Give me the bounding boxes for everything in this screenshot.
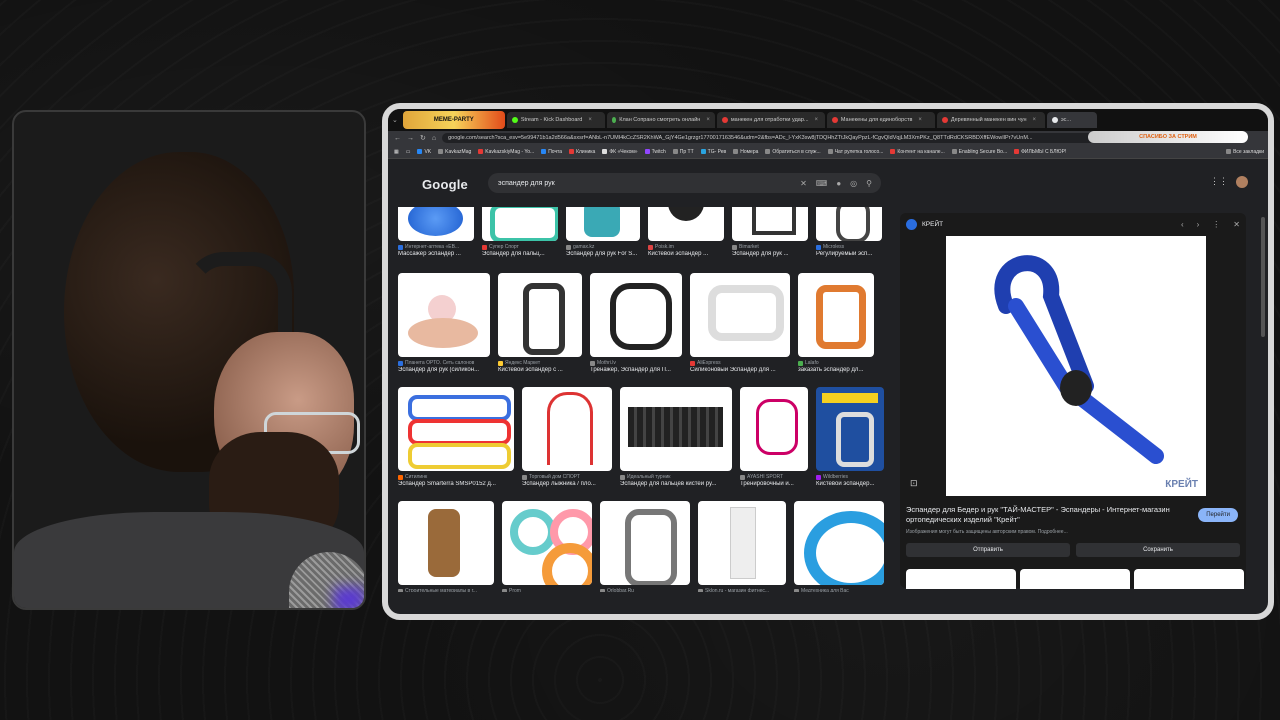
image-result[interactable]: Торговый дом СПОРТ Эспандер лыжника / пл…	[522, 387, 612, 487]
preview-title[interactable]: Эспандер для Бедер и рук "ТАЙ-МАСТЕР" - …	[906, 505, 1176, 525]
image-result[interactable]: Интернет-аптека «ЕВ... Массажер эспандер…	[398, 207, 474, 257]
image-result[interactable]: Идеальный турник Эспандер для пальцев ки…	[620, 387, 732, 487]
back-icon[interactable]: ←	[394, 135, 401, 142]
tab-dummy-1[interactable]: манекен для отработки удар... ×	[716, 112, 825, 128]
tab-dummy-2[interactable]: Манекены для единоборств ×	[826, 112, 935, 128]
mic-icon[interactable]: ●	[836, 179, 841, 188]
next-icon[interactable]: ›	[1197, 220, 1200, 229]
bookmark-folder-icon[interactable]: ▭	[406, 149, 411, 155]
related-image[interactable]	[1134, 569, 1244, 589]
bookmark-pr-tt[interactable]: Пр ТТ	[672, 149, 694, 155]
tab-menu-icon[interactable]: ⌄	[392, 116, 398, 124]
image-result[interactable]: Медтехника для Вас	[794, 501, 884, 592]
account-avatar[interactable]	[1236, 176, 1248, 188]
lens-icon[interactable]: ◎	[850, 179, 857, 188]
browser-window: ⌄ MEME-PARTY Stream - Kick Dashboard × Кл…	[382, 103, 1274, 620]
image-result[interactable]: Poisk.im Кистевой эспандер ...	[648, 207, 724, 257]
keyboard-icon[interactable]: ⌨	[816, 179, 828, 188]
results-row-3: Ситилинк Эспандер Smarterra SMSP0152 д..…	[398, 387, 884, 487]
url-field[interactable]: google.com/search?sca_esv=5e99471b1a2d56…	[442, 133, 1129, 143]
related-image[interactable]	[906, 569, 1016, 589]
image-result[interactable]: Mothri.lv Тренажер, Эспандер для П...	[590, 273, 682, 373]
image-result[interactable]: Супер Спорт Эспандер для пальц...	[482, 207, 558, 257]
image-result[interactable]: Sklon.ru - магазин фитнес...	[698, 501, 786, 592]
related-image[interactable]	[1020, 569, 1130, 589]
watermark: КРЕЙТ	[1165, 479, 1198, 490]
bookmark-chat[interactable]: Чат рулетка голосо...	[827, 149, 883, 155]
bookmark-all[interactable]: Все закладки	[1226, 149, 1264, 155]
bookmark-kavkazmag[interactable]: KavkazMag	[438, 149, 471, 155]
reload-icon[interactable]: ↻	[420, 134, 426, 142]
site-name[interactable]: КРЕЙТ	[922, 221, 1168, 228]
image-result[interactable]: Планета ОРТО. Сеть салонов Эспандер для …	[398, 273, 490, 373]
image-preview-panel: КРЕЙТ ‹ › ⋮ ✕ КРЕЙТ ⊡ Эспандер для Бедер…	[900, 213, 1246, 589]
tab-bar: ⌄ MEME-PARTY Stream - Kick Dashboard × Кл…	[388, 109, 1268, 131]
results-row-2: Планета ОРТО. Сеть салонов Эспандер для …	[398, 273, 874, 373]
bookmark-content[interactable]: Контент на канале...	[890, 149, 945, 155]
results-row-1: Интернет-аптека «ЕВ... Массажер эспандер…	[398, 207, 882, 257]
bookmark-support[interactable]: Обратиться в служ...	[765, 149, 821, 155]
image-result[interactable]: Яндекс Маркет Кистевой эспандер с ...	[498, 273, 582, 373]
search-icon[interactable]: ⚲	[866, 179, 872, 188]
tab-kick-dashboard[interactable]: Stream - Kick Dashboard ×	[506, 112, 605, 128]
google-logo[interactable]: Google	[422, 177, 468, 192]
image-result[interactable]: Orlobbar.Ru	[600, 501, 690, 592]
more-icon[interactable]: ⋮	[1212, 220, 1220, 229]
bookmarks-bar: ▦ ▭ VK KavkazMag KavkazskiyMag - Yo... П…	[388, 145, 1268, 159]
image-result[interactable]: Bimarket Эспандер для рук ...	[732, 207, 808, 257]
image-result[interactable]: Microless Регулируемый эсп...	[816, 207, 882, 257]
tab-sopranos[interactable]: Клан Сопрано смотреть онлайн ×	[606, 112, 715, 128]
bookmark-kavkazskiymag[interactable]: KavkazskiyMag - Yo...	[478, 149, 534, 155]
preview-image[interactable]: КРЕЙТ	[946, 236, 1206, 496]
image-result[interactable]: Ситилинк Эспандер Smarterra SMSP0152 д..…	[398, 387, 514, 487]
home-icon[interactable]: ⌂	[432, 135, 436, 142]
image-result[interactable]: AYASHI SPORT Тренировочный и...	[740, 387, 808, 487]
bookmark-films[interactable]: ФИЛЬМЫ С БЛЮР!	[1014, 149, 1066, 155]
share-button[interactable]: Отправить	[906, 543, 1070, 557]
bookmark-clinic[interactable]: Клиника	[569, 149, 595, 155]
image-result[interactable]: Wildberries Кистевой эспандер...	[816, 387, 884, 487]
image-results: Интернет-аптека «ЕВ... Массажер эспандер…	[398, 207, 890, 592]
clear-icon[interactable]: ✕	[800, 179, 807, 188]
visit-button[interactable]: Перейти	[1198, 508, 1238, 522]
bookmark-twitch[interactable]: Twitch	[644, 149, 666, 155]
scrollbar[interactable]	[1261, 217, 1265, 337]
bookmark-tg[interactable]: TG- Рев	[700, 149, 726, 155]
image-result[interactable]: AliExpress Силиконовый Эспандер для ...	[690, 273, 790, 373]
bookmark-vk[interactable]: VK	[417, 149, 431, 155]
copyright-note: Изображения могут быть защищены авторски…	[906, 529, 1068, 535]
lens-search-icon[interactable]: ⊡	[910, 478, 918, 489]
save-button[interactable]: Сохранить	[1076, 543, 1240, 557]
bookmark-secure-boot[interactable]: Enabling Secure Bo...	[951, 149, 1007, 155]
search-query[interactable]: эспандер для рук	[498, 180, 800, 187]
stream-alert: СПАСИБО ЗА СТРИМ	[1088, 131, 1248, 143]
bookmark-mail[interactable]: Почта	[541, 149, 562, 155]
close-icon[interactable]: ✕	[1233, 220, 1240, 229]
image-result[interactable]: Строительные материалы в г...	[398, 501, 494, 592]
results-row-4: Строительные материалы в г... Prom Orlob…	[398, 501, 884, 592]
forward-icon[interactable]: →	[407, 135, 414, 142]
tab-dummy-3[interactable]: Деревянный манекен вин чун ×	[936, 112, 1045, 128]
site-logo-icon	[906, 218, 917, 230]
webcam-overlay	[12, 110, 366, 610]
tab-meme-party[interactable]: MEME-PARTY	[402, 111, 505, 129]
search-box[interactable]: эспандер для рук ✕ ⌨ ● ◎ ⚲	[488, 173, 881, 193]
bookmark-numbers[interactable]: Номера	[733, 149, 758, 155]
google-apps-icon[interactable]: ⋮⋮	[1210, 176, 1228, 187]
tab-active[interactable]: эс...	[1046, 112, 1097, 128]
image-result[interactable]: gamax.kz Эспандер для рук For S...	[566, 207, 640, 257]
google-header: Google эспандер для рук ✕ ⌨ ● ◎ ⚲ ⋮⋮	[388, 161, 1256, 207]
light-glow	[334, 587, 364, 608]
image-result[interactable]: Prom	[502, 501, 592, 592]
preview-header: КРЕЙТ ‹ › ⋮ ✕	[900, 213, 1246, 235]
image-result[interactable]: Lalafo заказать эспандер дл...	[798, 273, 874, 373]
apps-icon[interactable]: ▦	[394, 149, 399, 155]
bookmark-fc[interactable]: ФК «Чеком»	[602, 149, 638, 155]
prev-icon[interactable]: ‹	[1181, 220, 1184, 229]
